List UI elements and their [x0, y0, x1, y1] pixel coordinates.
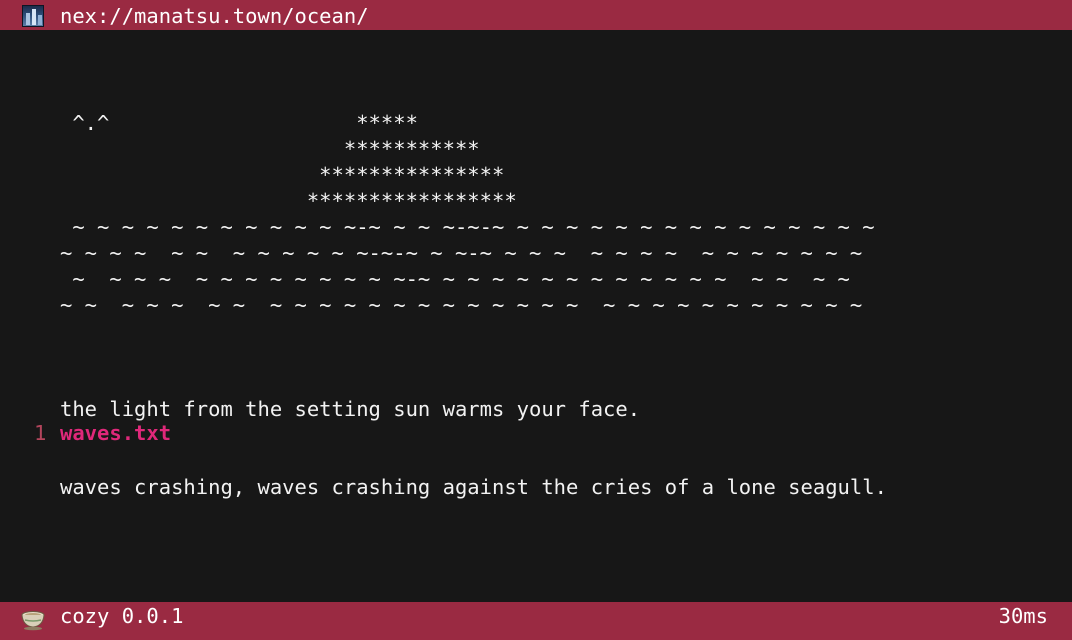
url-display[interactable]: nex://manatsu.town/ocean/: [60, 3, 369, 29]
teacup-icon: [21, 611, 45, 631]
page-text: the light from the setting sun warms you…: [60, 344, 1040, 552]
text-line: waves crashing, waves crashing against t…: [60, 475, 887, 499]
ascii-art-line: ***************: [60, 163, 505, 187]
site-favicon-icon: [22, 5, 44, 27]
page-content: ^.^ ***** *********** *************** **…: [60, 110, 1040, 552]
top-address-bar: nex://manatsu.town/ocean/: [0, 0, 1072, 30]
ascii-art-line: ~ ~ ~ ~ ~ ~ ~ ~ ~ ~ ~ ~ ~ ~ ~ ~ ~ ~ ~ ~ …: [60, 293, 863, 317]
link-list: 1 waves.txt: [0, 420, 1072, 446]
app-name-version: cozy 0.0.1: [60, 604, 184, 628]
link-waves-txt[interactable]: waves.txt: [60, 420, 171, 446]
status-bar: cozy 0.0.1 30ms: [0, 602, 1072, 640]
link-number: 1: [34, 421, 47, 445]
ascii-art-line: ~ ~ ~ ~ ~ ~ ~ ~ ~ ~ ~ ~-~ ~ ~ ~-~-~ ~ ~ …: [60, 215, 875, 239]
ascii-art-ocean: ^.^ ***** *********** *************** **…: [60, 110, 1040, 318]
text-line: the light from the setting sun warms you…: [60, 397, 641, 421]
ascii-art-line: ~ ~ ~ ~ ~ ~ ~ ~ ~ ~ ~ ~-~-~ ~ ~-~ ~ ~ ~ …: [60, 241, 863, 265]
ascii-art-line: *****************: [60, 189, 517, 213]
ascii-art-line: ***********: [60, 137, 480, 161]
load-time: 30ms: [998, 604, 1048, 628]
link-item[interactable]: 1 waves.txt: [0, 420, 1072, 446]
ascii-art-line: ^.^ *****: [60, 111, 418, 135]
ascii-art-line: ~ ~ ~ ~ ~ ~ ~ ~ ~ ~ ~ ~ ~-~ ~ ~ ~ ~ ~ ~ …: [60, 267, 850, 291]
